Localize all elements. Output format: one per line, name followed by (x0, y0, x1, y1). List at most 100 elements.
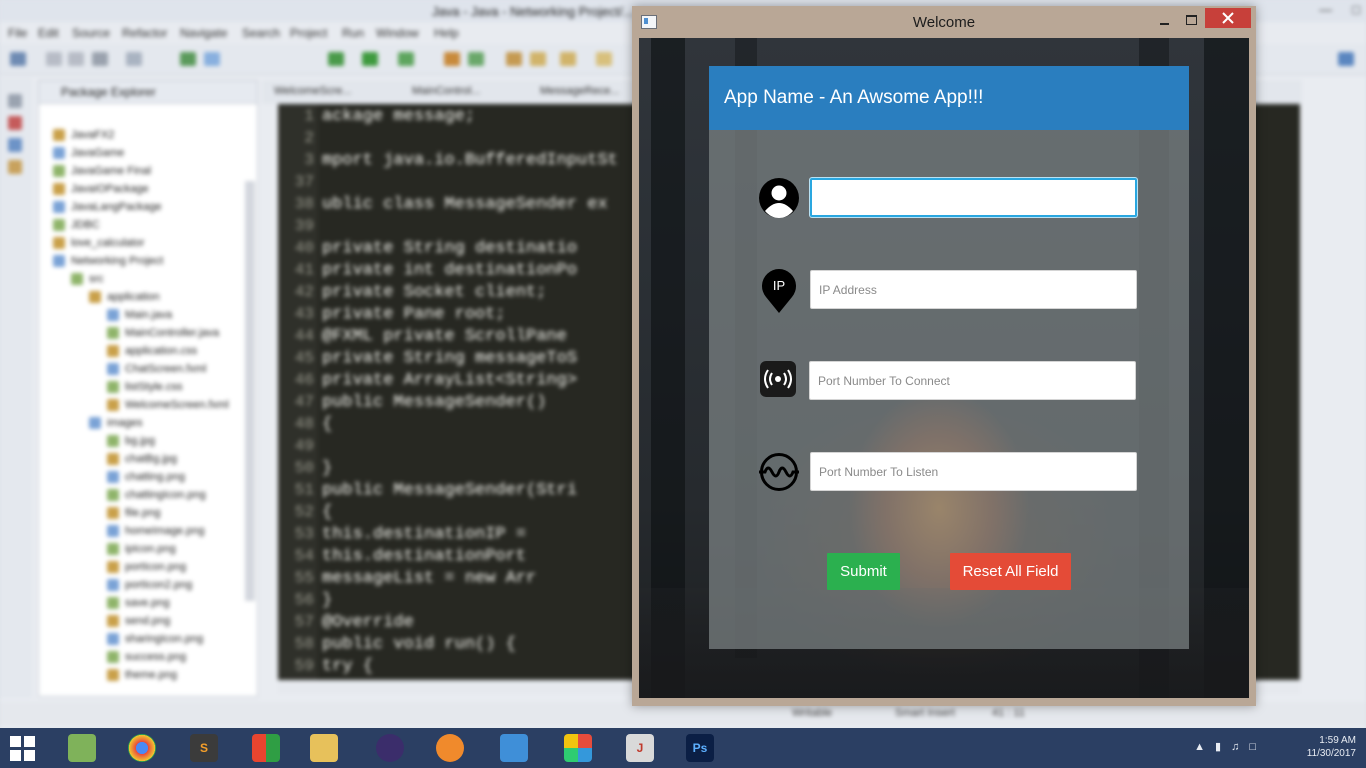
taskbar-eclipse[interactable] (364, 731, 416, 765)
debug-icon[interactable] (328, 52, 344, 66)
taskbar-office[interactable] (240, 731, 292, 765)
package-tree-item[interactable]: send.png (107, 615, 170, 633)
package-tree-item[interactable]: bg.jpg (107, 435, 155, 453)
package-tree-item[interactable]: homeImage.png (107, 525, 205, 543)
toolbar-icon[interactable] (530, 52, 546, 66)
package-tree-item[interactable]: chattingIcon.png (107, 489, 206, 507)
package-tree-item[interactable]: love_calculator (53, 237, 144, 255)
editor-tab[interactable]: MainControl... (412, 85, 480, 97)
menu-project[interactable]: Project (290, 26, 327, 40)
editor-tab[interactable]: WelcomeScre... (274, 85, 351, 97)
toolbar-icon[interactable] (468, 52, 484, 66)
username-input[interactable] (810, 178, 1137, 217)
maximize-button[interactable] (1183, 12, 1201, 30)
menu-search[interactable]: Search (242, 26, 280, 40)
minimize-icon[interactable]: — (1319, 2, 1332, 17)
package-tree-item[interactable]: chatting.png (107, 471, 185, 489)
menu-refactor[interactable]: Refactor (122, 26, 167, 40)
taskbar-app[interactable] (552, 731, 604, 765)
minimize-button[interactable] (1156, 12, 1174, 30)
taskbar-app[interactable] (488, 731, 540, 765)
restore-icon[interactable] (8, 94, 22, 108)
perspective-icon[interactable] (1338, 52, 1354, 66)
package-tree-item[interactable]: JavaGame Final (53, 165, 151, 183)
toolbar-icon[interactable] (560, 52, 576, 66)
package-tree-item[interactable]: application.css (107, 345, 197, 363)
menu-edit[interactable]: Edit (38, 26, 59, 40)
toolbar-icon[interactable] (8, 160, 22, 174)
taskbar-android-studio[interactable] (56, 731, 108, 765)
reset-all-field-button[interactable]: Reset All Field (950, 553, 1071, 590)
line-number: 49 (294, 437, 314, 455)
close-button[interactable] (1205, 8, 1251, 28)
package-tree-item[interactable]: Main.java (107, 309, 172, 327)
toolbar-icon[interactable] (506, 52, 522, 66)
toolbar-icon[interactable] (8, 138, 22, 152)
taskbar-chrome[interactable] (116, 731, 168, 765)
menu-help[interactable]: Help (434, 26, 459, 40)
package-tree-item[interactable]: listStyle.css (107, 381, 182, 399)
editor-tab[interactable]: MessageRece... (540, 85, 619, 97)
package-tree-item[interactable]: sharingIcon.png (107, 633, 203, 651)
package-tree-item[interactable]: src (71, 273, 104, 291)
package-tree-item[interactable]: JavaIOPackage (53, 183, 149, 201)
taskbar-photoshop[interactable]: Ps (674, 731, 726, 765)
toolbar-icon[interactable] (444, 52, 460, 66)
taskbar-java[interactable]: J (614, 731, 666, 765)
package-tree-item[interactable]: portIcon.png (107, 561, 186, 579)
taskbar-file-explorer[interactable] (298, 731, 350, 765)
package-tree-label: src (89, 273, 104, 285)
menu-run[interactable]: Run (342, 26, 364, 40)
taskbar-sublime[interactable]: S (178, 731, 230, 765)
welcome-window: Welcome App Name - An Awsome App!!! IP I… (632, 6, 1256, 706)
menu-file[interactable]: File (8, 26, 27, 40)
port-connect-input[interactable] (809, 361, 1136, 400)
toolbar-icon[interactable] (204, 52, 220, 66)
toolbar-icon[interactable] (180, 52, 196, 66)
package-tree-item[interactable]: ipIcon.png (107, 543, 176, 561)
run-icon[interactable] (362, 52, 378, 66)
package-tree-item[interactable]: chatBg.jpg (107, 453, 177, 471)
package-tree-item[interactable]: WelcomeScreen.fxml (107, 399, 229, 417)
package-tree-item[interactable]: save.png (107, 597, 170, 615)
port-listen-input[interactable] (810, 452, 1137, 491)
menu-source[interactable]: Source (72, 26, 110, 40)
maximize-icon[interactable]: □ (1352, 2, 1360, 17)
toolbar-icon[interactable] (126, 52, 142, 66)
package-tree-item[interactable]: application (89, 291, 160, 309)
ip-address-input[interactable] (810, 270, 1137, 309)
package-tree-item[interactable]: portIcon2.png (107, 579, 192, 597)
package-tree-label: file.png (125, 507, 161, 519)
toolbar-icon[interactable] (8, 116, 22, 130)
start-button[interactable] (10, 736, 36, 762)
code-text: private String destinatio (322, 239, 578, 258)
package-tree-item[interactable]: theme.png (107, 669, 177, 687)
package-tree-item[interactable]: Networking Project (53, 255, 163, 273)
menu-window[interactable]: Window (376, 26, 419, 40)
package-tree-item[interactable]: JavaLangPackage (53, 201, 162, 219)
package-tree-item[interactable]: ChatScreen.fxml (107, 363, 206, 381)
package-tree-item[interactable]: MainController.java (107, 327, 219, 345)
new-icon[interactable] (10, 52, 26, 66)
toolbar-icon[interactable] (596, 52, 612, 66)
file-icon (107, 399, 119, 412)
save-icon[interactable] (46, 52, 62, 66)
save-all-icon[interactable] (68, 52, 84, 66)
package-tree-item[interactable]: images (89, 417, 142, 435)
menu-navigate[interactable]: Navigate (180, 26, 227, 40)
taskbar-app[interactable] (424, 731, 476, 765)
package-tree-item[interactable]: success.png (107, 651, 186, 669)
window-titlebar[interactable]: Welcome (632, 6, 1256, 38)
print-icon[interactable] (92, 52, 108, 66)
system-clock[interactable]: 1:59 AM 11/30/2017 (1307, 734, 1356, 760)
submit-button[interactable]: Submit (827, 553, 900, 590)
system-tray-icons[interactable]: ▲▮♫□ (1194, 740, 1266, 753)
user-icon (759, 178, 799, 218)
package-tree-item[interactable]: file.png (107, 507, 160, 525)
file-icon (53, 183, 65, 196)
external-tools-icon[interactable] (398, 52, 414, 66)
package-scrollbar[interactable] (245, 181, 255, 601)
package-tree-item[interactable]: JavaFX2 (53, 129, 114, 147)
package-tree-item[interactable]: JDBC (53, 219, 100, 237)
package-tree-item[interactable]: JavaGame (53, 147, 124, 165)
